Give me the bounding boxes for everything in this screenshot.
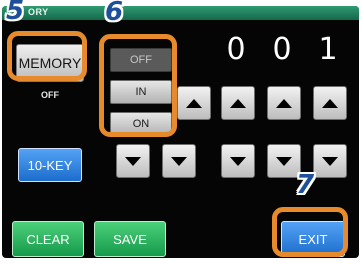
- clear-button[interactable]: CLEAR: [12, 221, 84, 257]
- manual-figure: ORY MEMORY OFF OFF IN ON 0 0 1 10-KEY CL…: [0, 0, 363, 264]
- digit-ones: 1: [318, 32, 338, 67]
- digit-hundreds: 0: [226, 32, 246, 67]
- down-arrow-button[interactable]: [221, 144, 255, 178]
- up-arrow-button[interactable]: [177, 86, 211, 120]
- memory-highlight: [7, 31, 87, 81]
- exit-highlight: [272, 207, 348, 257]
- callout-5: 5: [6, 0, 25, 26]
- down-arrow-icon: [230, 156, 246, 166]
- up-arrow-button[interactable]: [221, 86, 255, 120]
- down-arrow-icon: [322, 156, 338, 166]
- up-arrow-button[interactable]: [313, 86, 347, 120]
- down-arrow-icon: [276, 156, 292, 166]
- up-arrow-icon: [186, 98, 202, 108]
- up-arrow-button[interactable]: [267, 86, 301, 120]
- title-bar: ORY: [2, 6, 359, 20]
- digit-tens: 0: [272, 32, 292, 67]
- down-arrow-icon: [171, 156, 187, 166]
- screen-title: ORY: [28, 7, 49, 17]
- down-arrow-button[interactable]: [162, 144, 196, 178]
- down-arrow-button[interactable]: [116, 144, 150, 178]
- up-arrow-icon: [230, 98, 246, 108]
- up-arrow-icon: [322, 98, 338, 108]
- down-arrow-icon: [125, 156, 141, 166]
- down-arrow-button[interactable]: [313, 144, 347, 178]
- tenkey-button[interactable]: 10-KEY: [18, 148, 82, 182]
- memory-status-label: OFF: [41, 90, 59, 100]
- save-button[interactable]: SAVE: [94, 221, 166, 257]
- callout-6: 6: [105, 0, 124, 27]
- options-highlight: [99, 34, 177, 137]
- callout-7: 7: [296, 170, 315, 200]
- up-arrow-icon: [276, 98, 292, 108]
